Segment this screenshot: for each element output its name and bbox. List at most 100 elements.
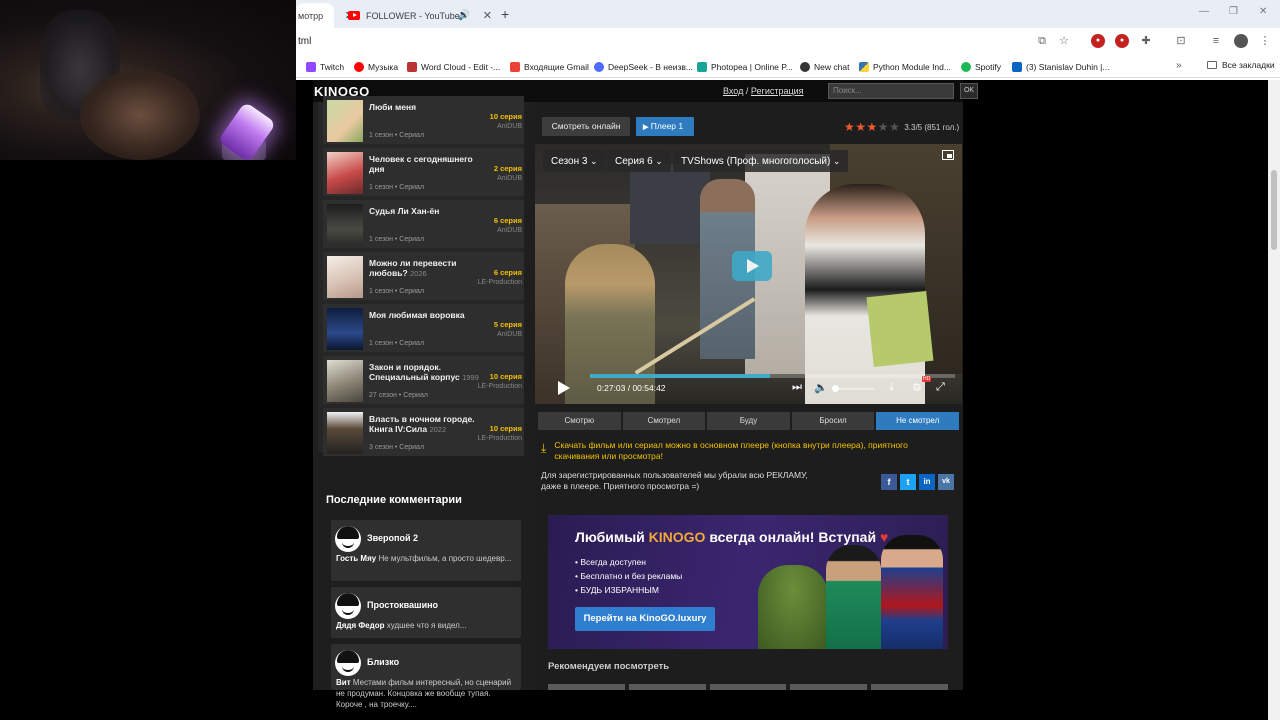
search-input[interactable]: Поиск...: [828, 83, 954, 99]
bookmark-wordcloud[interactable]: Word Cloud - Edit -...: [407, 60, 500, 74]
vk-icon[interactable]: vk: [938, 474, 954, 490]
bookmark-photopea[interactable]: Photopea | Online P...: [697, 60, 793, 74]
poster-thumbnail[interactable]: [327, 256, 363, 298]
progress-bar[interactable]: [590, 374, 955, 378]
bookmark-linkedin[interactable]: (3) Stanislav Duhin |...: [1012, 60, 1109, 74]
media-control-icon[interactable]: ≡: [1209, 34, 1223, 48]
voice-select[interactable]: TVShows (Проф. многоголосый): [673, 150, 849, 172]
watch-online-button[interactable]: Смотреть онлайн: [542, 117, 630, 136]
recommend-poster[interactable]: [628, 684, 706, 690]
poster-thumbnail[interactable]: [327, 100, 363, 142]
star-icon[interactable]: ★: [844, 120, 855, 134]
series-title[interactable]: Люби меня: [369, 102, 479, 112]
close-window-button[interactable]: ✕: [1259, 6, 1267, 17]
settings-gear-icon[interactable]: ⚙: [912, 381, 922, 394]
list-item[interactable]: Человек с сегодняшнего дня 1 сезон • Сер…: [323, 148, 524, 196]
recommend-poster[interactable]: [871, 684, 948, 690]
season-select[interactable]: Сезон 3: [543, 150, 606, 172]
extensions-puzzle-icon[interactable]: ✚: [1139, 34, 1153, 48]
extension-icon[interactable]: ●: [1091, 34, 1105, 48]
bookmark-spotify[interactable]: Spotify: [961, 60, 1001, 74]
bookmark-star-icon[interactable]: ☆: [1057, 34, 1071, 48]
tab-kinogo[interactable]: мотрр ✕: [296, 3, 354, 28]
address-bar[interactable]: tml ⧉ ☆ ● ● ✚ ⊡ ≡ ⋮: [296, 28, 1280, 55]
profile-avatar-icon[interactable]: [1234, 34, 1248, 48]
promo-banner[interactable]: Любимый KINOGO всегда онлайн! Вступай ♥ …: [548, 515, 948, 649]
login-link[interactable]: Вход: [723, 86, 743, 96]
series-title[interactable]: Судья Ли Хан-ён: [369, 206, 479, 216]
list-item[interactable]: Можно ли перевести любовь? 2026 1 сезон …: [323, 252, 524, 300]
facebook-icon[interactable]: f: [881, 474, 897, 490]
bookmark-music[interactable]: Музыка: [354, 60, 398, 74]
status-watching[interactable]: Смотрю: [538, 412, 621, 430]
close-tab-icon[interactable]: ✕: [483, 9, 492, 22]
poster-thumbnail[interactable]: [327, 152, 363, 194]
status-not-watched[interactable]: Не смотрел: [876, 412, 959, 430]
extension-icon-2[interactable]: ●: [1115, 34, 1129, 48]
speaker-icon[interactable]: 🔊: [458, 10, 470, 21]
series-title[interactable]: Можно ли перевести любовь? 2026: [369, 258, 479, 279]
center-play-button[interactable]: [732, 251, 772, 281]
star-icon[interactable]: ★: [889, 120, 900, 134]
episode-select[interactable]: Серия 6: [607, 150, 671, 172]
list-item[interactable]: Закон и порядок. Специальный корпус 1999…: [323, 356, 524, 404]
series-title[interactable]: Власть в ночном городе. Книга IV:Сила 20…: [369, 414, 479, 435]
comment-card[interactable]: Близко Вит Местами фильм интересный, но …: [331, 644, 521, 709]
star-icon[interactable]: ★: [855, 120, 866, 134]
series-title[interactable]: Закон и порядок. Специальный корпус 1999: [369, 362, 479, 383]
list-item[interactable]: Люби меня 1 сезон • Сериал 10 серия AniD…: [323, 96, 524, 144]
recommend-poster[interactable]: [790, 684, 868, 690]
pip-icon[interactable]: [942, 150, 954, 160]
status-planned[interactable]: Буду: [707, 412, 790, 430]
list-item[interactable]: Судья Ли Хан-ён 1 сезон • Сериал 6 серия…: [323, 200, 524, 248]
volume-icon[interactable]: 🔈: [814, 381, 828, 394]
bookmark-twitch[interactable]: Twitch: [306, 60, 344, 74]
install-icon[interactable]: ⧉: [1035, 34, 1049, 48]
video-player[interactable]: Сезон 3 Серия 6 TVShows (Проф. многоголо…: [535, 144, 962, 404]
screenshot-icon[interactable]: ⊡: [1174, 34, 1188, 48]
series-title[interactable]: Моя любимая воровка: [369, 310, 479, 320]
series-title[interactable]: Человек с сегодняшнего дня: [369, 154, 479, 174]
status-dropped[interactable]: Бросил: [791, 412, 875, 430]
bookmark-gmail[interactable]: Входящие Gmail: [510, 60, 589, 74]
new-tab-button[interactable]: +: [501, 6, 509, 22]
bookmark-deepseek[interactable]: DeepSeek - В неизв...: [594, 60, 693, 74]
banner-cta-button[interactable]: Перейти на KinoGO.luxury: [575, 607, 715, 631]
recommend-poster[interactable]: [709, 684, 787, 690]
next-episode-icon[interactable]: ⏭: [792, 381, 802, 394]
download-icon[interactable]: ⤓: [889, 381, 894, 394]
fullscreen-icon[interactable]: ⤢: [936, 381, 945, 394]
poster-thumbnail[interactable]: [327, 204, 363, 246]
search-button[interactable]: OK: [960, 83, 978, 99]
page-scrollbar[interactable]: [1268, 80, 1280, 720]
poster-thumbnail[interactable]: [327, 360, 363, 402]
recommend-poster[interactable]: [548, 684, 625, 690]
volume-slider[interactable]: [832, 385, 874, 392]
url-text[interactable]: tml: [298, 36, 311, 47]
play-icon[interactable]: [558, 381, 570, 395]
star-icon[interactable]: ★: [878, 120, 889, 134]
scrollbar-thumb[interactable]: [1271, 170, 1277, 250]
tab-youtube[interactable]: FOLLOWER - YouTube 🔊 ✕: [340, 3, 500, 28]
all-bookmarks-button[interactable]: Все закладки: [1207, 60, 1275, 70]
menu-kebab-icon[interactable]: ⋮: [1258, 34, 1272, 48]
volume-knob[interactable]: [832, 385, 839, 392]
star-icon[interactable]: ★: [867, 120, 878, 134]
comment-title[interactable]: Зверопой 2: [367, 533, 418, 543]
comment-title[interactable]: Близко: [367, 657, 399, 667]
minimize-button[interactable]: —: [1199, 6, 1209, 17]
twitter-icon[interactable]: t: [900, 474, 916, 490]
poster-thumbnail[interactable]: [327, 412, 363, 454]
bookmark-new-chat[interactable]: New chat: [800, 60, 849, 74]
comment-card[interactable]: Зверопой 2 Гость Мяу Не мультфильм, а пр…: [331, 520, 521, 581]
maximize-button[interactable]: ❐: [1229, 6, 1238, 17]
player-1-tab[interactable]: ▶ Плеер 1: [636, 117, 694, 136]
more-bookmarks-icon[interactable]: »: [1176, 60, 1182, 71]
list-item[interactable]: Моя любимая воровка 1 сезон • Сериал 5 с…: [323, 304, 524, 352]
status-watched[interactable]: Смотрел: [622, 412, 706, 430]
register-link[interactable]: Регистрация: [751, 86, 804, 96]
linkedin-share-icon[interactable]: in: [919, 474, 935, 490]
comment-card[interactable]: Простоквашино Дядя Федор худшее что я ви…: [331, 587, 521, 638]
bookmark-python[interactable]: Python Module Ind...: [859, 60, 951, 74]
poster-thumbnail[interactable]: [327, 308, 363, 350]
